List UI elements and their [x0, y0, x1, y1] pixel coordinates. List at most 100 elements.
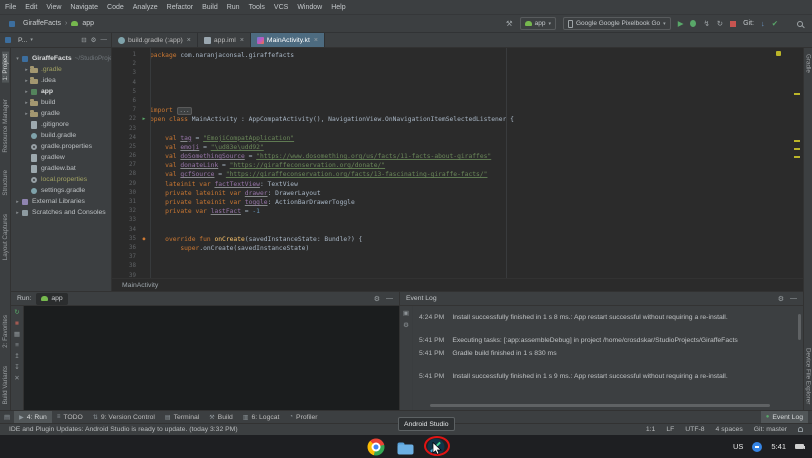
menu-file[interactable]: File [5, 4, 16, 11]
code-line[interactable]: 1·package com.naranjaconsal.giraffefacts [112, 51, 803, 60]
notification-bell-icon[interactable] [798, 427, 803, 432]
menu-code[interactable]: Code [107, 4, 124, 11]
tool-button-2-favorites[interactable]: 2: Favorites [2, 313, 9, 350]
line-number[interactable]: 1 [112, 51, 138, 60]
line-number[interactable]: 31 [112, 198, 138, 207]
stop-button[interactable] [730, 21, 736, 27]
code-line[interactable]: 28· val gcfSource = "https://giraffecons… [112, 170, 803, 179]
code-line[interactable]: 6· [112, 97, 803, 106]
input-method-icon[interactable] [752, 442, 762, 452]
line-number[interactable]: 26 [112, 152, 138, 161]
line-number[interactable]: 23 [112, 125, 138, 134]
gear-icon[interactable]: ⚙ [374, 295, 380, 303]
status-message[interactable]: IDE and Plugin Updates: Android Studio i… [9, 426, 238, 433]
warning-stripe-mark[interactable] [794, 156, 800, 158]
build-hammer-icon[interactable]: ⚒ [506, 19, 513, 28]
tree-item-scratches-and-consoles[interactable]: ▸Scratches and Consoles [11, 207, 111, 218]
code-line[interactable]: 4· [112, 79, 803, 88]
rerun-icon[interactable]: ↻ [14, 309, 19, 317]
tree-item-app[interactable]: ▸app [11, 86, 111, 97]
tool-tab-9-version-control[interactable]: ⇅9: Version Control [88, 411, 160, 424]
tree-item-settings-gradle[interactable]: settings.gradle [11, 185, 111, 196]
code-line[interactable]: 3· [112, 69, 803, 78]
gear-icon[interactable]: ⚙ [778, 295, 784, 303]
run-button[interactable]: ▶ [678, 19, 684, 28]
code-line[interactable]: 35● override fun onCreate(savedInstanceS… [112, 235, 803, 244]
tool-tab-event-log[interactable]: ●Event Log [761, 411, 808, 424]
tree-item-local-properties[interactable]: local.properties [11, 174, 111, 185]
line-number[interactable]: 2 [112, 60, 138, 69]
editor-tab-build-gradle-app[interactable]: build.gradle (:app)× [112, 33, 198, 47]
tree-item-giraffefacts[interactable]: ▾GiraffeFacts~/StudioProjects/GiraffeFac… [11, 53, 111, 64]
clear-icon[interactable]: ✕ [14, 375, 19, 383]
tree-item-gradle[interactable]: ▸gradle [11, 108, 111, 119]
tree-item-build[interactable]: ▸build [11, 97, 111, 108]
tool-window-toggle-icon[interactable]: ▤ [4, 413, 10, 421]
warning-stripe-mark[interactable] [794, 140, 800, 142]
menu-tools[interactable]: Tools [249, 4, 265, 11]
tree-item-gradle[interactable]: ▸.gradle [11, 64, 111, 75]
project-panel-title[interactable]: P... [18, 37, 27, 44]
tree-item-gradlew[interactable]: gradlew [11, 152, 111, 163]
tree-item-gradlew-bat[interactable]: gradlew.bat [11, 163, 111, 174]
close-icon[interactable]: × [240, 37, 244, 44]
tool-tab-4-run[interactable]: ▶4: Run [14, 411, 52, 424]
line-number[interactable]: 3 [112, 69, 138, 78]
line-number[interactable]: 24 [112, 134, 138, 143]
code-line[interactable]: 37· [112, 253, 803, 262]
code-line[interactable]: 27· val donateLink = "https://giraffecon… [112, 161, 803, 170]
line-number[interactable]: 33 [112, 216, 138, 225]
line-number[interactable]: 29 [112, 180, 138, 189]
line-number[interactable]: 22 [112, 115, 138, 124]
expand-arrow-icon[interactable]: ▸ [23, 67, 30, 73]
code-line[interactable]: 30· private lateinit var drawer: DrawerL… [112, 189, 803, 198]
tool-button-build-variants[interactable]: Build Variants [2, 364, 9, 406]
tool-button-1-project[interactable]: 1: Project [2, 52, 9, 83]
collapse-all-icon[interactable]: ⊟ [81, 36, 86, 44]
close-icon[interactable]: × [187, 37, 191, 44]
clock[interactable]: 5:41 [771, 442, 786, 451]
code-line[interactable]: 24· val tag = "EmojiCompatApplication" [112, 134, 803, 143]
search-everywhere-icon[interactable] [797, 21, 803, 27]
tool-tab-todo[interactable]: ≡TODO [52, 411, 88, 424]
list-icon[interactable]: ≡ [15, 342, 19, 350]
menu-help[interactable]: Help [331, 4, 345, 11]
status-4-spaces[interactable]: 4 spaces [716, 426, 743, 433]
chrome-dock-icon[interactable] [368, 438, 385, 455]
menu-refactor[interactable]: Refactor [167, 4, 193, 11]
breadcrumb-project[interactable]: GiraffeFacts [23, 20, 61, 27]
code-line[interactable]: 32· private var lastFact = -1 [112, 207, 803, 216]
up-icon[interactable]: ↥ [14, 353, 19, 361]
line-number[interactable]: 25 [112, 143, 138, 152]
tree-item-gradle-properties[interactable]: gradle.properties [11, 141, 111, 152]
line-number[interactable]: 30 [112, 189, 138, 198]
inspections-indicator-icon[interactable] [776, 51, 781, 56]
line-number[interactable]: 38 [112, 262, 138, 271]
code-line[interactable]: 36· super.onCreate(savedInstanceState) [112, 244, 803, 253]
tool-button-resource-manager[interactable]: Resource Manager [2, 97, 9, 155]
menu-build[interactable]: Build [202, 4, 218, 11]
line-number[interactable]: 6 [112, 97, 138, 106]
down-icon[interactable]: ↧ [14, 364, 19, 372]
menu-view[interactable]: View [46, 4, 61, 11]
apply-changes-icon[interactable]: ↯ [703, 19, 709, 28]
editor-tab-mainactivity-kt[interactable]: MainActivity.kt× [251, 33, 325, 47]
expand-arrow-icon[interactable]: ▸ [23, 89, 30, 95]
tree-item-build-gradle[interactable]: build.gradle [11, 130, 111, 141]
stop-icon[interactable]: ■ [15, 320, 19, 328]
wrench-icon[interactable]: ⚙ [403, 321, 409, 329]
gear-icon[interactable]: ⚙ [91, 36, 97, 44]
chevron-down-icon[interactable]: ▾ [30, 37, 33, 43]
line-number[interactable]: 34 [112, 226, 138, 235]
status-git-master[interactable]: Git: master [754, 426, 787, 433]
menu-edit[interactable]: Edit [25, 4, 37, 11]
code-line[interactable]: 22▶open class MainActivity : AppCompatAc… [112, 115, 803, 124]
expand-arrow-icon[interactable]: ▸ [23, 78, 30, 84]
line-number[interactable]: 28 [112, 170, 138, 179]
breadcrumb-module[interactable]: app [82, 20, 94, 27]
attach-debugger-icon[interactable]: ↻ [717, 19, 723, 28]
status-lf[interactable]: LF [666, 426, 674, 433]
line-number[interactable]: 36 [112, 244, 138, 253]
device-select[interactable]: Google Google Pixelbook Go ▾ [563, 17, 671, 30]
run-tab-app[interactable]: app [36, 293, 67, 305]
